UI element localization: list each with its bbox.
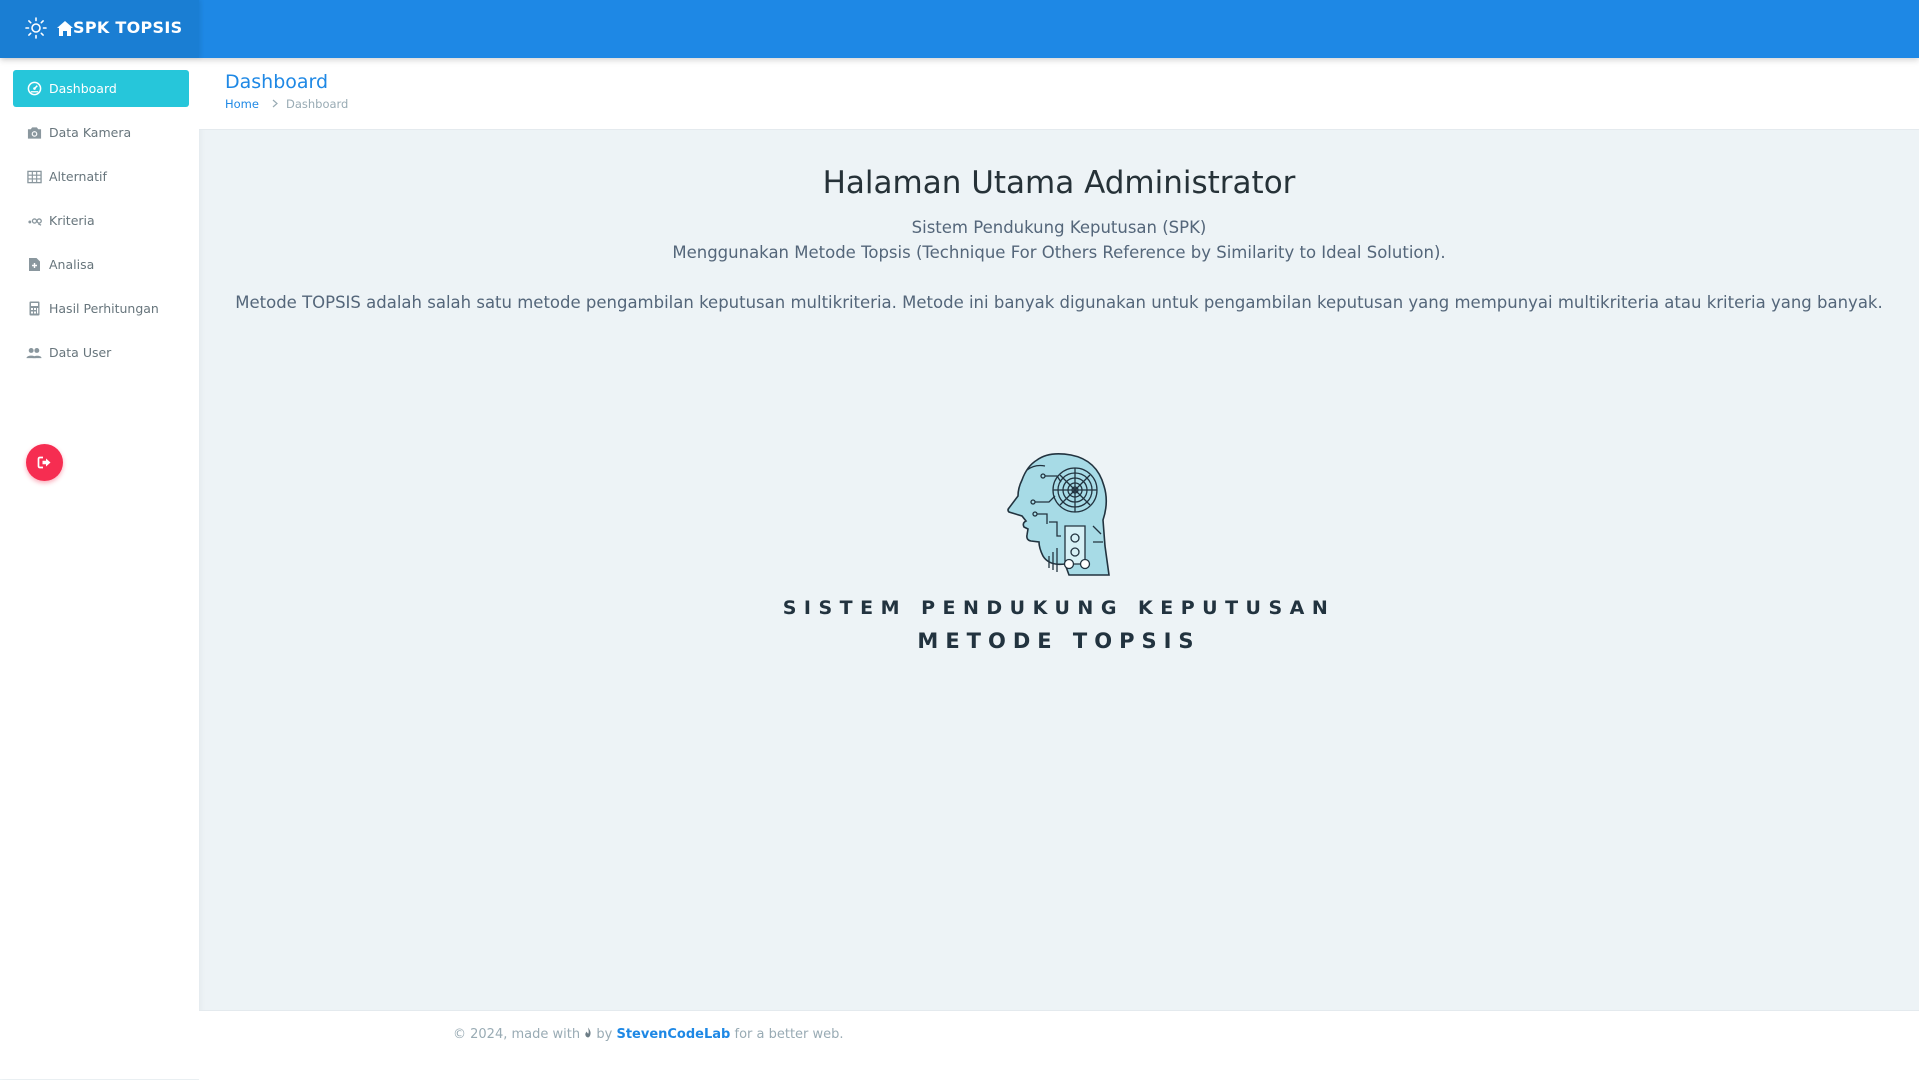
- sidebar-item-analisa[interactable]: Analisa: [13, 246, 189, 283]
- main-heading: Halaman Utama Administrator: [822, 165, 1296, 201]
- sidebar-item-label: Data User: [49, 345, 112, 360]
- sidebar-item-label: Kriteria: [49, 213, 95, 228]
- footer-suffix: for a better web.: [734, 1027, 844, 1042]
- footer-author-link[interactable]: StevenCodeLab: [616, 1027, 730, 1042]
- criteria-icon: [26, 213, 42, 229]
- home-icon: [57, 21, 73, 36]
- users-icon: [26, 345, 42, 361]
- logout-icon: [37, 456, 51, 469]
- chevron-right-icon: [272, 97, 278, 111]
- sun-icon: [25, 17, 47, 39]
- page-title: Dashboard: [225, 71, 329, 93]
- sidebar-item-label: Dashboard: [49, 81, 117, 96]
- sidebar-item-data-user[interactable]: Data User: [13, 334, 189, 371]
- page-header: Dashboard Home Dashboard: [199, 58, 1919, 130]
- sidebar-item-label: Analisa: [49, 257, 95, 272]
- breadcrumb: Home Dashboard: [225, 97, 348, 111]
- sidebar-item-kriteria[interactable]: Kriteria: [13, 202, 189, 239]
- logout-button[interactable]: [26, 444, 63, 481]
- footer: © 2024, made with by StevenCodeLab for a…: [199, 1010, 1919, 1080]
- table-icon: [26, 169, 42, 185]
- sidebar-item-label: Alternatif: [49, 169, 107, 184]
- brand-title: SPK TOPSIS: [73, 18, 183, 37]
- robot-head-logo-icon: [1007, 453, 1110, 576]
- document-add-icon: [26, 257, 42, 273]
- dashboard-icon: [26, 81, 42, 97]
- footer-prefix: © 2024, made with: [453, 1027, 581, 1042]
- sidebar: Dashboard Data Kamera Alternatif Kriteri…: [0, 58, 199, 1079]
- sidebar-item-alternatif[interactable]: Alternatif: [13, 158, 189, 195]
- footer-text: © 2024, made with by StevenCodeLab for a…: [453, 1027, 844, 1042]
- top-navbar: SPK TOPSIS: [0, 0, 1919, 58]
- sidebar-item-hasil-perhitungan[interactable]: Hasil Perhitungan: [13, 290, 189, 327]
- topsis-description: Metode TOPSIS adalah salah satu metode p…: [235, 293, 1883, 312]
- logo-title-line2: METODE TOPSIS: [917, 629, 1201, 653]
- breadcrumb-home-link[interactable]: Home: [225, 97, 259, 111]
- calculator-icon: [26, 301, 42, 317]
- subtitle-spk: Sistem Pendukung Keputusan (SPK): [911, 218, 1207, 237]
- sidebar-item-dashboard[interactable]: Dashboard: [13, 70, 189, 107]
- flame-icon: [584, 1027, 596, 1042]
- camera-icon: [26, 125, 42, 141]
- brand[interactable]: SPK TOPSIS: [0, 0, 199, 58]
- logo-title-line1: SISTEM PENDUKUNG KEPUTUSAN: [782, 597, 1336, 619]
- footer-by: by: [596, 1027, 613, 1042]
- sidebar-item-data-kamera[interactable]: Data Kamera: [13, 114, 189, 151]
- subtitle-method: Menggunakan Metode Topsis (Technique For…: [672, 243, 1446, 262]
- sidebar-item-label: Data Kamera: [49, 125, 132, 140]
- breadcrumb-current: Dashboard: [285, 97, 349, 111]
- sidebar-item-label: Hasil Perhitungan: [49, 301, 159, 316]
